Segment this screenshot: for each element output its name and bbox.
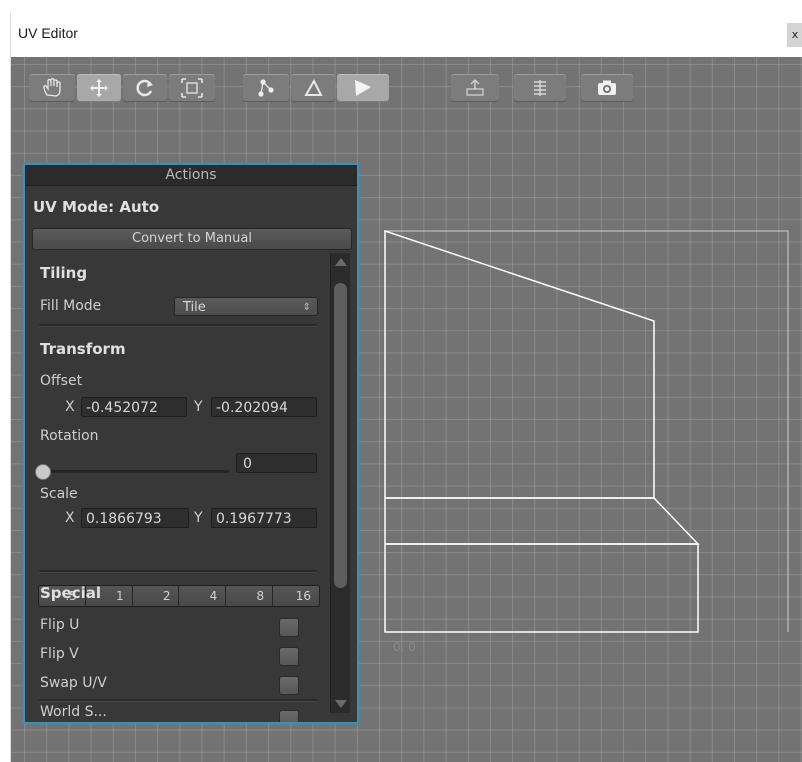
offset-y-label: Y — [194, 399, 203, 415]
offset-x-field[interactable]: -0.452072 — [81, 397, 187, 417]
truncated-option-checkbox[interactable] — [279, 710, 299, 722]
divider — [39, 324, 317, 327]
panel-header[interactable]: Actions — [25, 165, 357, 186]
scale-preset-4[interactable]: 4 — [179, 586, 227, 606]
scroll-up-icon[interactable] — [335, 258, 347, 266]
uv-face-middle[interactable] — [384, 497, 700, 545]
rotation-label: Rotation — [40, 428, 99, 444]
flip-u-checkbox[interactable] — [279, 618, 299, 637]
origin-label: 0, 0 — [393, 640, 416, 654]
convert-to-manual-button[interactable]: Convert to Manual — [32, 228, 352, 250]
scale-preset-8[interactable]: 8 — [226, 586, 274, 606]
flip-u-label: Flip U — [40, 617, 80, 633]
flip-v-label: Flip V — [40, 646, 79, 662]
uv-face-upper[interactable] — [384, 229, 655, 499]
panel-title: Actions — [165, 167, 217, 183]
window-title: UV Editor — [18, 25, 78, 41]
dropdown-arrow-icon: ⇕ — [302, 302, 311, 313]
scale-y-field[interactable]: 0.1967773 — [211, 508, 317, 528]
flip-v-checkbox[interactable] — [279, 647, 299, 666]
fill-mode-dropdown[interactable]: Tile ⇕ — [174, 297, 318, 316]
rotation-slider-thumb[interactable] — [35, 464, 51, 480]
swap-uv-label: Swap U/V — [40, 675, 107, 691]
scale-label: Scale — [40, 486, 78, 502]
uv-editor-window: UV Editor x 0, 0 Actions UV Mode: Auto C… — [10, 12, 802, 762]
offset-label: Offset — [40, 373, 83, 389]
scroll-thumb[interactable] — [334, 283, 347, 588]
swap-uv-checkbox[interactable] — [279, 676, 299, 695]
scale-x-field[interactable]: 0.1866793 — [81, 508, 189, 528]
rotation-slider-track[interactable] — [39, 470, 229, 473]
title-bar: UV Editor x — [11, 12, 802, 57]
close-button[interactable]: x — [787, 23, 802, 47]
divider — [39, 570, 317, 573]
actions-panel[interactable]: Actions UV Mode: Auto Convert to Manual … — [23, 163, 359, 724]
tiling-heading: Tiling — [40, 264, 88, 282]
uv-mode-label: UV Mode: Auto — [33, 198, 160, 216]
scale-preset-16[interactable]: 16 — [273, 586, 319, 606]
uv-face-lower[interactable] — [384, 543, 699, 633]
special-heading: Special — [40, 584, 102, 602]
uv-canvas[interactable]: 0, 0 Actions UV Mode: Auto Convert to Ma… — [11, 57, 802, 762]
truncated-option-label: World S... — [40, 704, 107, 720]
transform-heading: Transform — [40, 340, 126, 358]
fill-mode-label: Fill Mode — [40, 298, 102, 314]
scroll-down-icon[interactable] — [335, 700, 347, 708]
scale-y-label: Y — [194, 510, 203, 526]
uv-island-bounds — [385, 230, 789, 632]
divider — [39, 699, 317, 702]
offset-y-field[interactable]: -0.202094 — [211, 397, 317, 417]
fill-mode-value: Tile — [183, 300, 206, 315]
offset-x-label: X — [65, 399, 75, 415]
panel-scrollbar[interactable] — [330, 253, 350, 713]
rotation-field[interactable]: 0 — [236, 453, 317, 473]
scale-preset-2[interactable]: 2 — [132, 586, 180, 606]
scale-x-label: X — [65, 510, 75, 526]
